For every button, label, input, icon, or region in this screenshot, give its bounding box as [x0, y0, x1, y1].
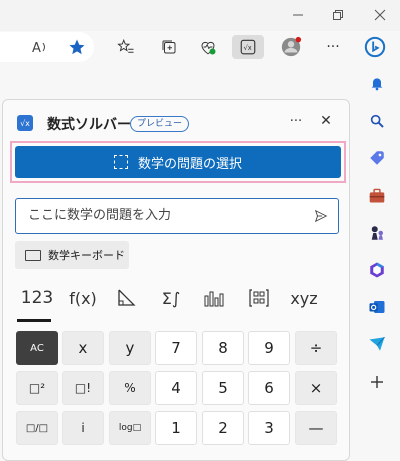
select-button-label: 数学の問題の選択 — [137, 156, 242, 172]
key-square[interactable]: □² — [16, 371, 58, 405]
tab-statistics[interactable] — [199, 286, 229, 310]
panel-close-button[interactable]: ✕ — [315, 110, 337, 132]
title-bar — [0, 0, 400, 31]
key-divide[interactable]: ÷ — [295, 331, 337, 365]
star-icon[interactable] — [64, 35, 90, 59]
key-7[interactable]: 7 — [155, 331, 197, 365]
math-keyboard-button[interactable]: 数学キーボード — [15, 241, 129, 269]
send-icon[interactable] — [367, 334, 387, 354]
collections-icon[interactable] — [156, 35, 182, 59]
key-5[interactable]: 5 — [202, 371, 244, 405]
more-options-button[interactable]: ··· — [320, 35, 346, 59]
active-tab-indicator — [17, 319, 51, 322]
plus-icon[interactable] — [367, 372, 387, 392]
key-x[interactable]: x — [62, 331, 104, 365]
keyboard-button-label: 数学キーボード — [48, 249, 125, 262]
tab-functions[interactable]: f(x) — [65, 286, 101, 310]
office-icon[interactable] — [367, 260, 387, 280]
math-solver-logo-icon: √x — [17, 115, 33, 131]
tab-calculus[interactable]: Σ∫ — [155, 286, 187, 310]
preview-badge: プレビュー — [130, 116, 190, 132]
tag-icon[interactable] — [367, 148, 387, 168]
tab-basic[interactable]: 123 — [17, 286, 57, 310]
chess-icon[interactable] — [367, 223, 387, 243]
send-icon[interactable] — [312, 207, 330, 225]
outlook-icon[interactable] — [367, 297, 387, 317]
key-2[interactable]: 2 — [202, 411, 244, 445]
tab-matrix[interactable] — [245, 286, 273, 310]
key-9[interactable]: 9 — [248, 331, 290, 365]
key-4[interactable]: 4 — [155, 371, 197, 405]
svg-text:√x: √x — [244, 44, 252, 52]
key-6[interactable]: 6 — [248, 371, 290, 405]
tab-geometry[interactable] — [111, 286, 141, 310]
key-multiply[interactable]: × — [295, 371, 337, 405]
close-window-icon[interactable] — [368, 4, 392, 26]
tab-variables[interactable]: xyz — [289, 286, 319, 310]
key-y[interactable]: y — [109, 331, 151, 365]
key-8[interactable]: 8 — [202, 331, 244, 365]
keypad-tabs: 123 f(x) Σ∫ xyz — [17, 286, 347, 312]
key-log[interactable]: log□ — [109, 411, 151, 445]
key-factorial[interactable]: □! — [62, 371, 104, 405]
math-problem-input[interactable] — [26, 207, 300, 224]
key-3[interactable]: 3 — [248, 411, 290, 445]
browser-toolbar: A √x ··· — [0, 31, 400, 63]
key-all-clear[interactable]: AC — [16, 331, 58, 365]
browser-essentials-icon[interactable] — [195, 35, 221, 59]
bell-icon[interactable] — [367, 73, 387, 93]
key-percent[interactable]: % — [109, 371, 151, 405]
select-region-icon — [113, 155, 128, 169]
bing-icon[interactable] — [362, 35, 388, 59]
favorites-list-icon[interactable] — [113, 35, 139, 59]
minimize-icon[interactable] — [286, 4, 310, 26]
search-icon[interactable] — [367, 111, 387, 131]
restore-icon[interactable] — [326, 4, 350, 26]
svg-text:A: A — [32, 41, 41, 55]
key-minus[interactable]: — — [295, 411, 337, 445]
sidebar — [355, 63, 400, 450]
math-input-box — [15, 198, 339, 234]
toolbox-icon[interactable] — [367, 186, 387, 206]
math-solver-icon[interactable]: √x — [232, 35, 264, 59]
key-fraction[interactable]: □/□ — [16, 411, 58, 445]
panel-more-button[interactable]: ··· — [285, 110, 307, 132]
keyboard-icon — [25, 249, 41, 261]
read-aloud-icon[interactable]: A — [27, 35, 53, 59]
panel-title: 数式ソルバー — [47, 117, 131, 133]
select-math-problem-button[interactable]: 数学の問題の選択 — [15, 146, 341, 178]
key-1[interactable]: 1 — [155, 411, 197, 445]
math-solver-panel: √x 数式ソルバー プレビュー ··· ✕ 数学の問題の選択 数学キーボード 1… — [2, 99, 350, 461]
key-imaginary[interactable]: i — [62, 411, 104, 445]
profile-icon[interactable] — [278, 35, 304, 59]
